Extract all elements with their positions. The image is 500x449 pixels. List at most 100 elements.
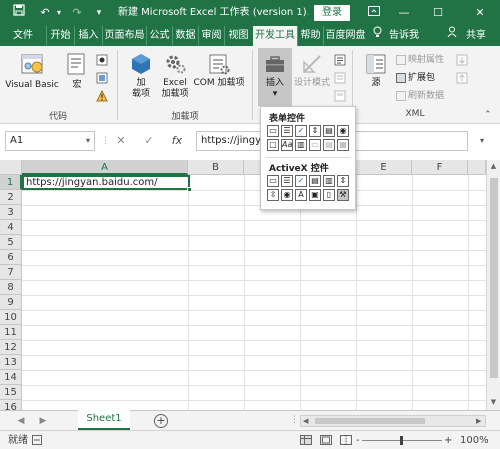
tell-me-search[interactable]: 告诉我: [386, 26, 422, 46]
relative-reference-icon[interactable]: [96, 72, 108, 87]
sheet-tab-sheet1[interactable]: Sheet1: [78, 410, 130, 430]
scroll-bar-icon[interactable]: ▥: [295, 139, 307, 151]
zoom-slider-thumb[interactable]: [400, 436, 403, 445]
combo-box-icon[interactable]: ☰: [281, 125, 293, 137]
record-macro-icon[interactable]: [96, 54, 108, 69]
row-header-10[interactable]: 10: [0, 310, 22, 325]
import-icon[interactable]: [456, 54, 468, 69]
insert-controls-button[interactable]: 插入 ▾: [258, 48, 292, 106]
horizontal-scroll-thumb[interactable]: [315, 418, 425, 424]
row-header-1[interactable]: 1: [0, 175, 22, 190]
scroll-left-icon[interactable]: ◀: [303, 416, 308, 426]
activex-text-box-icon[interactable]: ▥: [323, 175, 335, 187]
cell-a1[interactable]: https://jingyan.baidu.com/: [22, 175, 190, 190]
horizontal-scrollbar[interactable]: ◀ ▶: [300, 415, 486, 427]
button-control-icon[interactable]: ▭: [267, 125, 279, 137]
tab-insert[interactable]: 插入: [74, 26, 102, 46]
column-header-partial[interactable]: [468, 160, 486, 175]
activex-label-icon[interactable]: A: [295, 189, 307, 201]
expansion-packs-button[interactable]: 扩展包: [396, 72, 435, 84]
run-dialog-icon[interactable]: [334, 90, 346, 105]
row-header-15[interactable]: 15: [0, 385, 22, 400]
activex-spin-button-icon[interactable]: ⇳: [267, 189, 279, 201]
refresh-data-button[interactable]: 刷新数据: [396, 90, 444, 102]
visual-basic-button[interactable]: Visual Basic: [4, 52, 60, 91]
activex-list-box-icon[interactable]: ▤: [309, 175, 321, 187]
zoom-in-button[interactable]: +: [444, 431, 452, 449]
tab-review[interactable]: 审阅: [198, 26, 224, 46]
page-layout-view-icon[interactable]: [320, 431, 332, 449]
activex-combo-box-icon[interactable]: ☰: [281, 175, 293, 187]
row-header-8[interactable]: 8: [0, 280, 22, 295]
row-header-3[interactable]: 3: [0, 205, 22, 220]
next-sheet-icon[interactable]: ▶: [36, 411, 50, 431]
scroll-up-icon[interactable]: ▲: [487, 162, 500, 170]
zoom-out-button[interactable]: -: [356, 431, 360, 449]
worksheet-grid[interactable]: A B C D E F 1 2 3 4 5 6 7 8 9 10 11 12 1…: [0, 160, 500, 410]
accessibility-icon[interactable]: [32, 431, 42, 449]
page-break-view-icon[interactable]: [340, 431, 352, 449]
properties-icon[interactable]: [334, 54, 346, 69]
group-box-icon[interactable]: ▢: [267, 139, 279, 151]
redo-icon[interactable]: ↷: [68, 0, 86, 26]
row-header-2[interactable]: 2: [0, 190, 22, 205]
tab-home[interactable]: 开始: [46, 26, 74, 46]
column-header-e[interactable]: E: [356, 160, 412, 175]
lightbulb-icon[interactable]: [370, 26, 384, 46]
save-icon[interactable]: [10, 0, 28, 26]
share-person-icon[interactable]: [446, 26, 458, 46]
login-button[interactable]: 登录: [314, 5, 350, 21]
activex-scroll-bar-icon[interactable]: ⇕: [337, 175, 349, 187]
row-header-13[interactable]: 13: [0, 355, 22, 370]
excel-add-ins-button[interactable]: Excel 加载项: [158, 52, 192, 100]
confirm-entry-button[interactable]: ✓: [140, 131, 158, 151]
cancel-entry-button[interactable]: ✕: [112, 131, 130, 151]
activex-toggle-button-icon[interactable]: ▯: [323, 189, 335, 201]
minimize-icon[interactable]: —: [390, 0, 418, 26]
row-header-11[interactable]: 11: [0, 325, 22, 340]
macro-security-warning-icon[interactable]: [96, 89, 108, 105]
xml-source-button[interactable]: 源: [360, 52, 392, 89]
tab-page-layout[interactable]: 页面布局: [102, 26, 146, 46]
name-box[interactable]: A1: [5, 131, 95, 151]
expand-formula-bar-icon[interactable]: ▾: [480, 131, 484, 151]
label-control-icon[interactable]: Aa: [281, 139, 293, 151]
row-header-6[interactable]: 6: [0, 250, 22, 265]
select-all-corner[interactable]: [0, 160, 22, 175]
tab-help[interactable]: 帮助: [297, 26, 323, 46]
column-header-b[interactable]: B: [188, 160, 244, 175]
tab-data[interactable]: 数据: [172, 26, 198, 46]
row-header-16[interactable]: 16: [0, 400, 22, 410]
add-ins-button[interactable]: 加 载项: [124, 52, 158, 100]
zoom-level[interactable]: 100%: [460, 431, 489, 449]
maximize-icon[interactable]: ☐: [424, 0, 452, 26]
activex-button-icon[interactable]: ▭: [267, 175, 279, 187]
previous-sheet-icon[interactable]: ◀: [14, 411, 28, 431]
column-header-a[interactable]: A: [22, 160, 188, 175]
vertical-scroll-thumb[interactable]: [490, 178, 498, 378]
tab-baidu-netdisk[interactable]: 百度网盘: [323, 26, 367, 46]
map-properties-button[interactable]: 映射属性: [396, 54, 444, 66]
spin-button-icon[interactable]: ⇕: [309, 125, 321, 137]
scroll-down-icon[interactable]: ▼: [487, 398, 500, 406]
fill-handle[interactable]: [187, 187, 192, 192]
row-header-9[interactable]: 9: [0, 295, 22, 310]
name-box-dropdown-icon[interactable]: ▾: [86, 131, 90, 151]
vertical-scrollbar[interactable]: ▲ ▼: [486, 160, 500, 410]
design-mode-button[interactable]: 设计模式: [294, 52, 330, 89]
activex-image-icon[interactable]: ▣: [309, 189, 321, 201]
combo-dropdown-edit-icon[interactable]: ▦: [337, 139, 349, 151]
row-header-5[interactable]: 5: [0, 235, 22, 250]
export-icon[interactable]: [456, 72, 468, 87]
add-sheet-button[interactable]: +: [154, 414, 168, 428]
tab-file[interactable]: 文件: [6, 26, 40, 46]
com-add-ins-button[interactable]: COM 加载项: [192, 52, 246, 89]
activex-checkbox-icon[interactable]: ✓: [295, 175, 307, 187]
row-header-4[interactable]: 4: [0, 220, 22, 235]
normal-view-icon[interactable]: [300, 431, 312, 449]
tab-split-grip-icon[interactable]: ⋮: [290, 415, 299, 425]
ribbon-options-icon[interactable]: [360, 0, 388, 26]
tab-view[interactable]: 视图: [224, 26, 252, 46]
list-box-icon[interactable]: ▤: [323, 125, 335, 137]
undo-dropdown-icon[interactable]: ▾: [54, 0, 64, 26]
